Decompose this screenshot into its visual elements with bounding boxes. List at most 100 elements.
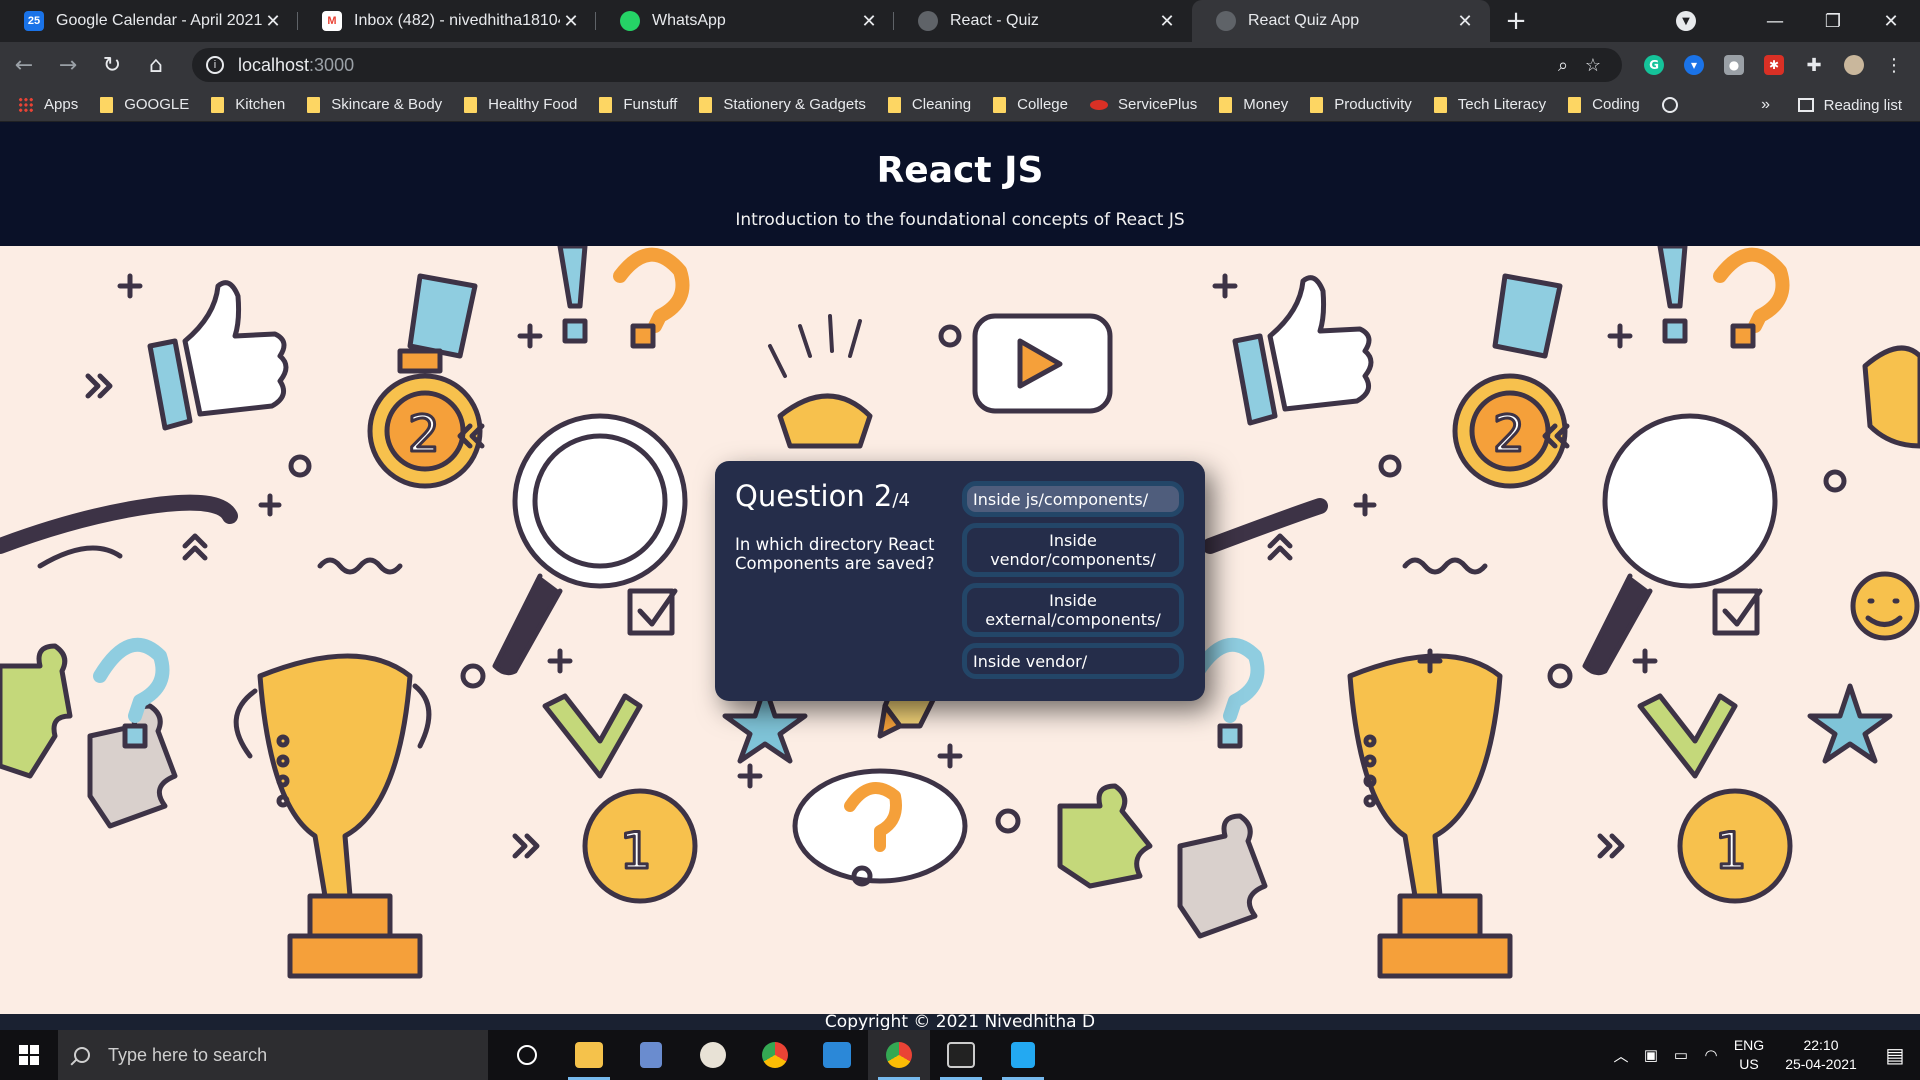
restore-button[interactable]: ❐ xyxy=(1804,0,1862,42)
close-icon[interactable]: ✕ xyxy=(560,10,582,32)
chrome-active-button[interactable] xyxy=(868,1030,930,1080)
reload-button[interactable]: ↻ xyxy=(92,47,132,83)
taskbar-search-box[interactable]: Type here to search xyxy=(58,1030,488,1080)
windows-taskbar: Type here to search ︿ ▣ ▭ ◠ ENG US 22:10… xyxy=(0,1030,1920,1080)
bookmark-apps[interactable]: Apps xyxy=(18,96,78,113)
tab-gmail-inbox[interactable]: M Inbox (482) - nivedhitha18104@ ✕ xyxy=(298,0,596,42)
bookmark-globe[interactable] xyxy=(1661,96,1678,113)
chevron-up-icon[interactable]: ︿ xyxy=(1606,1045,1636,1066)
feedback-hub-button[interactable] xyxy=(806,1030,868,1080)
tab-whatsapp[interactable]: WhatsApp ✕ xyxy=(596,0,894,42)
bookmark-coding[interactable]: Coding xyxy=(1568,96,1640,113)
tab-search-button[interactable]: ▼ xyxy=(1666,0,1706,42)
bookmark-google[interactable]: GOOGLE xyxy=(100,96,189,113)
bookmark-label: Stationery & Gadgets xyxy=(723,96,866,113)
chrome-button[interactable] xyxy=(744,1030,806,1080)
chrome-icon xyxy=(762,1042,788,1068)
start-button[interactable] xyxy=(0,1030,58,1080)
calculator-button[interactable] xyxy=(620,1030,682,1080)
tab-title: WhatsApp xyxy=(652,12,726,29)
forward-button[interactable]: → xyxy=(48,47,88,83)
folder-icon xyxy=(100,96,114,113)
close-icon[interactable]: ✕ xyxy=(858,10,880,32)
zoom-icon[interactable]: ⌕ xyxy=(1548,55,1578,76)
folder-icon xyxy=(887,96,901,113)
terminal-button[interactable] xyxy=(930,1030,992,1080)
cortana-button[interactable] xyxy=(496,1030,558,1080)
notification-center-button[interactable]: ▤ xyxy=(1870,1030,1920,1080)
screenshot-extension[interactable]: ● xyxy=(1714,47,1754,83)
extension-red[interactable]: ✱ xyxy=(1754,47,1794,83)
battery-icon[interactable]: ▭ xyxy=(1666,1046,1696,1064)
globe-icon xyxy=(1216,11,1236,31)
extension-blue[interactable]: ▾ xyxy=(1674,47,1714,83)
folder-icon xyxy=(993,96,1007,113)
bookmark-kitchen[interactable]: Kitchen xyxy=(211,96,285,113)
compass-app-button[interactable] xyxy=(682,1030,744,1080)
close-window-button[interactable]: ✕ xyxy=(1862,0,1920,42)
medal-icon: 2 xyxy=(1452,273,1568,489)
profile-button[interactable] xyxy=(1834,47,1874,83)
answer-option[interactable]: Inside js/components/ xyxy=(962,481,1184,517)
page-title: React JS xyxy=(876,150,1044,191)
browser-toolbar: ← → ↻ ⌂ i localhost:3000 ⌕ ☆ G ▾ ● ✱ ✚ ⋮ xyxy=(0,42,1920,88)
tab-react-quiz-app[interactable]: React Quiz App ✕ xyxy=(1192,0,1490,42)
bookmark-stationery[interactable]: Stationery & Gadgets xyxy=(699,96,866,113)
notification-icon: ▤ xyxy=(1885,1044,1905,1067)
grammarly-extension[interactable]: G xyxy=(1634,47,1674,83)
address-bar[interactable]: i localhost:3000 ⌕ ☆ xyxy=(192,48,1622,82)
site-info-icon[interactable]: i xyxy=(206,56,224,74)
home-button[interactable]: ⌂ xyxy=(136,47,176,83)
close-icon[interactable]: ✕ xyxy=(1156,10,1178,32)
bookmark-star-icon[interactable]: ☆ xyxy=(1578,55,1608,76)
reading-list-button[interactable]: Reading list xyxy=(1797,88,1902,122)
bookmarks-bar: Apps GOOGLE Kitchen Skincare & Body Heal… xyxy=(0,88,1920,122)
bookmark-cleaning[interactable]: Cleaning xyxy=(887,96,971,113)
file-explorer-button[interactable] xyxy=(558,1030,620,1080)
compass-icon xyxy=(700,1042,726,1068)
bookmark-college[interactable]: College xyxy=(993,96,1068,113)
tab-google-calendar[interactable]: 25 Google Calendar - April 2021 ✕ xyxy=(0,0,298,42)
bookmark-healthy-food[interactable]: Healthy Food xyxy=(464,96,577,113)
quiz-card: Question 2/4 In which directory React Co… xyxy=(715,461,1205,701)
answer-option[interactable]: Inside external/components/ xyxy=(962,583,1184,637)
bookmark-serviceplus[interactable]: ServicePlus xyxy=(1090,96,1197,113)
svg-text:1: 1 xyxy=(1715,822,1747,880)
extensions-menu-button[interactable]: ✚ xyxy=(1794,47,1834,83)
bookmark-tech-literacy[interactable]: Tech Literacy xyxy=(1433,96,1546,113)
page-subtitle: Introduction to the foundational concept… xyxy=(735,210,1185,230)
bookmark-label: Apps xyxy=(44,96,79,113)
bookmark-label: Coding xyxy=(1592,96,1640,113)
gmail-icon: M xyxy=(322,11,342,31)
reading-list-label: Reading list xyxy=(1823,96,1902,114)
more-bookmarks-button[interactable]: » xyxy=(1761,88,1770,122)
new-tab-button[interactable]: + xyxy=(1490,0,1542,42)
answer-option[interactable]: Inside vendor/components/ xyxy=(962,523,1184,577)
back-button[interactable]: ← xyxy=(4,47,44,83)
folder-icon xyxy=(1310,96,1324,113)
wifi-icon[interactable]: ◠ xyxy=(1696,1046,1726,1064)
clock[interactable]: 22:10 25-04-2021 xyxy=(1772,1036,1870,1074)
folder-icon xyxy=(1433,96,1447,113)
minimize-button[interactable]: — xyxy=(1746,0,1804,42)
tab-react-quiz[interactable]: React - Quiz ✕ xyxy=(894,0,1192,42)
reading-list-icon xyxy=(1797,98,1814,112)
question-number: Question 2 xyxy=(735,479,893,513)
language-code: ENG xyxy=(1733,1037,1765,1053)
camera-icon: ● xyxy=(1724,55,1744,75)
browser-menu-button[interactable]: ⋮ xyxy=(1874,47,1914,83)
language-indicator[interactable]: ENG US xyxy=(1726,1036,1772,1074)
bookmark-productivity[interactable]: Productivity xyxy=(1310,96,1412,113)
answer-option[interactable]: Inside vendor/ xyxy=(962,643,1184,679)
close-icon[interactable]: ✕ xyxy=(1454,10,1476,32)
bookmark-skincare[interactable]: Skincare & Body xyxy=(307,96,442,113)
svg-text:2: 2 xyxy=(408,405,440,463)
folder-icon xyxy=(211,96,225,113)
close-icon[interactable]: ✕ xyxy=(262,10,284,32)
bookmark-money[interactable]: Money xyxy=(1219,96,1288,113)
vscode-button[interactable] xyxy=(992,1030,1054,1080)
bookmark-label: Kitchen xyxy=(235,96,286,113)
meet-now-icon[interactable]: ▣ xyxy=(1636,1046,1666,1064)
grammarly-icon: G xyxy=(1644,55,1664,75)
bookmark-funstuff[interactable]: Funstuff xyxy=(599,96,677,113)
